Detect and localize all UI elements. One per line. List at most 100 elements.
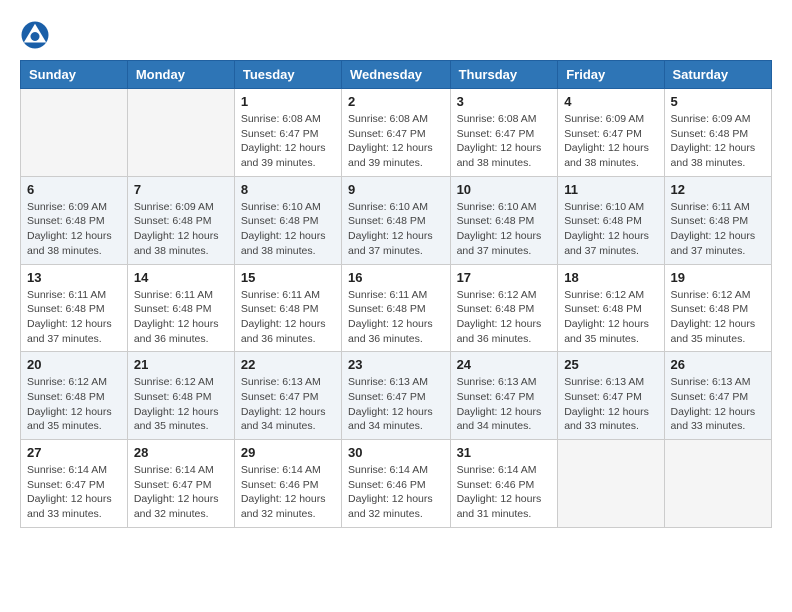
calendar-cell: 20Sunrise: 6:12 AM Sunset: 6:48 PM Dayli… — [21, 352, 128, 440]
calendar-cell: 7 Sunrise: 6:09 AM Sunset: 6:48 PM Daylig… — [127, 176, 234, 264]
day-number: 5 — [671, 94, 765, 109]
day-number: 1 — [241, 94, 335, 109]
day-info: Sunrise: 6:12 AM Sunset: 6:48 PM Dayligh… — [134, 375, 228, 434]
calendar-cell — [558, 440, 664, 528]
day-number: 11 — [564, 182, 657, 197]
day-number: 4 — [564, 94, 657, 109]
calendar-cell: 1 Sunrise: 6:08 AM Sunset: 6:47 PM Daylig… — [234, 89, 341, 177]
column-header-sunday: Sunday — [21, 61, 128, 89]
day-info: Sunrise: 6:13 AM Sunset: 6:47 PM Dayligh… — [348, 375, 444, 434]
day-number: 13 — [27, 270, 121, 285]
calendar-cell: 3Sunrise: 6:08 AM Sunset: 6:47 PM Daylig… — [450, 89, 558, 177]
calendar-cell: 30Sunrise: 6:14 AM Sunset: 6:46 PM Dayli… — [342, 440, 451, 528]
calendar-cell: 15 Sunrise: 6:11 AM Sunset: 6:48 PM Dayli… — [234, 264, 341, 352]
day-number: 27 — [27, 445, 121, 460]
day-info: Sunrise: 6:14 AM Sunset: 6:47 PM Dayligh… — [27, 463, 121, 522]
calendar-cell: 27 Sunrise: 6:14 AM Sunset: 6:47 PM Dayli… — [21, 440, 128, 528]
calendar-cell: 24Sunrise: 6:13 AM Sunset: 6:47 PM Dayli… — [450, 352, 558, 440]
calendar-cell: 23 Sunrise: 6:13 AM Sunset: 6:47 PM Dayli… — [342, 352, 451, 440]
column-header-wednesday: Wednesday — [342, 61, 451, 89]
column-header-monday: Monday — [127, 61, 234, 89]
day-info: Sunrise: 6:09 AM Sunset: 6:47 PM Dayligh… — [564, 112, 657, 171]
day-info: Sunrise: 6:10 AM Sunset: 6:48 PM Dayligh… — [241, 200, 335, 259]
column-header-friday: Friday — [558, 61, 664, 89]
day-info: Sunrise: 6:14 AM Sunset: 6:47 PM Dayligh… — [134, 463, 228, 522]
calendar-header-row: SundayMondayTuesdayWednesdayThursdayFrid… — [21, 61, 772, 89]
day-number: 2 — [348, 94, 444, 109]
calendar-cell: 18 Sunrise: 6:12 AM Sunset: 6:48 PM Dayli… — [558, 264, 664, 352]
calendar-week-1: 1 Sunrise: 6:08 AM Sunset: 6:47 PM Daylig… — [21, 89, 772, 177]
day-info: Sunrise: 6:12 AM Sunset: 6:48 PM Dayligh… — [671, 288, 765, 347]
calendar-week-2: 6 Sunrise: 6:09 AM Sunset: 6:48 PM Daylig… — [21, 176, 772, 264]
day-info: Sunrise: 6:11 AM Sunset: 6:48 PM Dayligh… — [27, 288, 121, 347]
day-number: 16 — [348, 270, 444, 285]
day-info: Sunrise: 6:09 AM Sunset: 6:48 PM Dayligh… — [671, 112, 765, 171]
calendar-cell: 26 Sunrise: 6:13 AM Sunset: 6:47 PM Dayli… — [664, 352, 771, 440]
calendar-week-3: 13 Sunrise: 6:11 AM Sunset: 6:48 PM Dayli… — [21, 264, 772, 352]
logo — [20, 20, 54, 50]
day-info: Sunrise: 6:08 AM Sunset: 6:47 PM Dayligh… — [241, 112, 335, 171]
day-info: Sunrise: 6:10 AM Sunset: 6:48 PM Dayligh… — [564, 200, 657, 259]
day-number: 15 — [241, 270, 335, 285]
day-info: Sunrise: 6:08 AM Sunset: 6:47 PM Dayligh… — [457, 112, 552, 171]
day-number: 10 — [457, 182, 552, 197]
page-header — [20, 20, 772, 50]
day-number: 25 — [564, 357, 657, 372]
day-info: Sunrise: 6:11 AM Sunset: 6:48 PM Dayligh… — [348, 288, 444, 347]
day-info: Sunrise: 6:12 AM Sunset: 6:48 PM Dayligh… — [564, 288, 657, 347]
calendar-cell: 31Sunrise: 6:14 AM Sunset: 6:46 PM Dayli… — [450, 440, 558, 528]
logo-icon — [20, 20, 50, 50]
day-number: 14 — [134, 270, 228, 285]
calendar-week-5: 27 Sunrise: 6:14 AM Sunset: 6:47 PM Dayli… — [21, 440, 772, 528]
day-number: 8 — [241, 182, 335, 197]
day-number: 17 — [457, 270, 552, 285]
day-number: 21 — [134, 357, 228, 372]
calendar-cell: 19 Sunrise: 6:12 AM Sunset: 6:48 PM Dayli… — [664, 264, 771, 352]
column-header-saturday: Saturday — [664, 61, 771, 89]
calendar-cell: 5 Sunrise: 6:09 AM Sunset: 6:48 PM Daylig… — [664, 89, 771, 177]
calendar-cell: 13 Sunrise: 6:11 AM Sunset: 6:48 PM Dayli… — [21, 264, 128, 352]
day-info: Sunrise: 6:12 AM Sunset: 6:48 PM Dayligh… — [457, 288, 552, 347]
calendar-cell: 12Sunrise: 6:11 AM Sunset: 6:48 PM Dayli… — [664, 176, 771, 264]
day-info: Sunrise: 6:11 AM Sunset: 6:48 PM Dayligh… — [134, 288, 228, 347]
day-info: Sunrise: 6:08 AM Sunset: 6:47 PM Dayligh… — [348, 112, 444, 171]
calendar-cell: 28Sunrise: 6:14 AM Sunset: 6:47 PM Dayli… — [127, 440, 234, 528]
day-number: 12 — [671, 182, 765, 197]
day-number: 23 — [348, 357, 444, 372]
column-header-tuesday: Tuesday — [234, 61, 341, 89]
calendar-cell: 25 Sunrise: 6:13 AM Sunset: 6:47 PM Dayli… — [558, 352, 664, 440]
day-info: Sunrise: 6:14 AM Sunset: 6:46 PM Dayligh… — [241, 463, 335, 522]
day-info: Sunrise: 6:13 AM Sunset: 6:47 PM Dayligh… — [564, 375, 657, 434]
day-info: Sunrise: 6:09 AM Sunset: 6:48 PM Dayligh… — [27, 200, 121, 259]
column-header-thursday: Thursday — [450, 61, 558, 89]
calendar-cell: 9 Sunrise: 6:10 AM Sunset: 6:48 PM Daylig… — [342, 176, 451, 264]
calendar-cell: 29Sunrise: 6:14 AM Sunset: 6:46 PM Dayli… — [234, 440, 341, 528]
calendar-table: SundayMondayTuesdayWednesdayThursdayFrid… — [20, 60, 772, 528]
day-number: 9 — [348, 182, 444, 197]
calendar-cell: 6 Sunrise: 6:09 AM Sunset: 6:48 PM Daylig… — [21, 176, 128, 264]
day-number: 22 — [241, 357, 335, 372]
day-info: Sunrise: 6:09 AM Sunset: 6:48 PM Dayligh… — [134, 200, 228, 259]
calendar-cell — [21, 89, 128, 177]
day-number: 19 — [671, 270, 765, 285]
calendar-cell: 10Sunrise: 6:10 AM Sunset: 6:48 PM Dayli… — [450, 176, 558, 264]
day-info: Sunrise: 6:13 AM Sunset: 6:47 PM Dayligh… — [671, 375, 765, 434]
day-number: 31 — [457, 445, 552, 460]
day-info: Sunrise: 6:10 AM Sunset: 6:48 PM Dayligh… — [348, 200, 444, 259]
calendar-cell: 4 Sunrise: 6:09 AM Sunset: 6:47 PM Daylig… — [558, 89, 664, 177]
calendar-cell: 2 Sunrise: 6:08 AM Sunset: 6:47 PM Daylig… — [342, 89, 451, 177]
day-number: 7 — [134, 182, 228, 197]
day-number: 18 — [564, 270, 657, 285]
calendar-cell: 8 Sunrise: 6:10 AM Sunset: 6:48 PM Daylig… — [234, 176, 341, 264]
day-info: Sunrise: 6:11 AM Sunset: 6:48 PM Dayligh… — [241, 288, 335, 347]
day-number: 30 — [348, 445, 444, 460]
day-number: 6 — [27, 182, 121, 197]
calendar-cell: 16 Sunrise: 6:11 AM Sunset: 6:48 PM Dayli… — [342, 264, 451, 352]
day-info: Sunrise: 6:13 AM Sunset: 6:47 PM Dayligh… — [457, 375, 552, 434]
day-number: 20 — [27, 357, 121, 372]
day-number: 26 — [671, 357, 765, 372]
calendar-cell — [127, 89, 234, 177]
calendar-cell — [664, 440, 771, 528]
calendar-cell: 11 Sunrise: 6:10 AM Sunset: 6:48 PM Dayli… — [558, 176, 664, 264]
calendar-cell: 14 Sunrise: 6:11 AM Sunset: 6:48 PM Dayli… — [127, 264, 234, 352]
